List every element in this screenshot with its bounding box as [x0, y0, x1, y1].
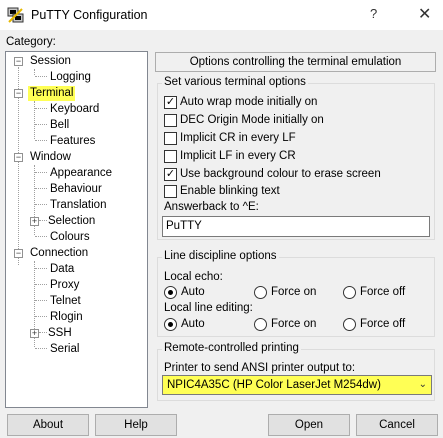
tree-item-label: Features — [50, 135, 96, 147]
printer-label: Printer to send ANSI printer output to: — [164, 362, 356, 374]
tree-item-features[interactable]: Features — [48, 134, 97, 149]
radio-circle[interactable] — [254, 286, 267, 299]
window-title: PuTTY Configuration — [31, 8, 148, 22]
answerback-label: Answerback to ^E: — [164, 201, 259, 213]
collapse-icon[interactable]: − — [14, 249, 23, 258]
checkbox-label: Implicit CR in every LF — [180, 132, 296, 144]
radio-label: Force off — [360, 318, 406, 330]
tree-item-translation[interactable]: Translation — [48, 198, 108, 213]
about-button[interactable]: About — [7, 414, 89, 436]
open-button[interactable]: Open — [268, 414, 350, 436]
group-title: Set various terminal options — [162, 76, 308, 88]
tree-item-label: Connection — [30, 247, 89, 259]
expand-icon[interactable]: + — [30, 217, 39, 226]
tree-item-label: Rlogin — [50, 311, 83, 323]
printer-select[interactable]: NPIC4A35C (HP Color LaserJet M254dw) ⌄ — [162, 375, 432, 395]
checkbox-box[interactable] — [164, 150, 177, 163]
tree-item-behaviour[interactable]: Behaviour — [48, 182, 104, 197]
expand-icon[interactable]: + — [30, 329, 39, 338]
tree-item-label: Serial — [50, 343, 80, 355]
cancel-button[interactable]: Cancel — [356, 414, 438, 436]
tree-item-proxy[interactable]: Proxy — [48, 278, 81, 293]
group-title: Remote-controlled printing — [162, 342, 301, 354]
tree-item-serial[interactable]: Serial — [48, 342, 81, 357]
radio-label: Force off — [360, 286, 406, 298]
category-tree[interactable]: − Session Logging − Terminal Keyboard Be… — [5, 51, 148, 408]
tree-item-label: Logging — [50, 71, 91, 83]
tree-item-label: Colours — [50, 231, 90, 243]
tree-item-label: Session — [30, 55, 71, 67]
radio-label: Force on — [271, 286, 317, 298]
tree-item-keyboard[interactable]: Keyboard — [48, 102, 101, 117]
tree-item-label: Window — [30, 151, 71, 163]
tree-item-appearance[interactable]: Appearance — [48, 166, 114, 181]
local-echo-label: Local echo: — [164, 271, 223, 283]
radio-circle[interactable] — [343, 318, 356, 331]
radio-label: Auto — [181, 286, 205, 298]
checkbox-box[interactable]: ✓ — [164, 168, 177, 181]
checkbox-label: Enable blinking text — [180, 185, 280, 197]
category-label: Category: — [6, 36, 56, 48]
checkbox-box[interactable] — [164, 114, 177, 127]
putty-icon — [7, 7, 24, 23]
radio-circle[interactable] — [164, 286, 177, 299]
radio-label: Force on — [271, 318, 317, 330]
tree-item-label: SSH — [48, 327, 72, 339]
help-button[interactable]: Help — [95, 414, 177, 436]
checkbox-box[interactable] — [164, 185, 177, 198]
checkbox-box[interactable] — [164, 132, 177, 145]
radio-label: Auto — [181, 318, 205, 330]
radio-circle[interactable] — [343, 286, 356, 299]
tree-item-bell[interactable]: Bell — [48, 118, 71, 133]
chevron-down-icon[interactable]: ⌄ — [419, 376, 427, 394]
close-icon[interactable]: ✕ — [418, 4, 431, 24]
title-bar: PuTTY Configuration ? ✕ — [0, 0, 443, 30]
tree-item-label: Telnet — [50, 295, 81, 307]
tree-item-rlogin[interactable]: Rlogin — [48, 310, 85, 325]
collapse-icon[interactable]: − — [14, 57, 23, 66]
tree-item-label: Terminal — [28, 86, 76, 101]
checkbox-label: DEC Origin Mode initially on — [180, 114, 324, 126]
printer-select-value: NPIC4A35C (HP Color LaserJet M254dw) — [167, 379, 381, 391]
tree-item-label: Translation — [50, 199, 107, 211]
panel-header: Options controlling the terminal emulati… — [155, 52, 436, 72]
tree-item-logging[interactable]: Logging — [48, 70, 93, 85]
tree-item-label: Appearance — [50, 167, 113, 179]
tree-item-label: Keyboard — [50, 103, 100, 115]
checkbox-label: Auto wrap mode initially on — [180, 96, 318, 108]
checkbox-label: Implicit LF in every CR — [180, 150, 296, 162]
group-title: Line discipline options — [162, 250, 279, 262]
checkbox-box[interactable]: ✓ — [164, 96, 177, 109]
collapse-icon[interactable]: − — [14, 89, 23, 98]
tree-item-telnet[interactable]: Telnet — [48, 294, 83, 309]
radio-circle[interactable] — [254, 318, 267, 331]
tree-item-label: Behaviour — [50, 183, 102, 195]
tree-item-label: Data — [50, 263, 75, 275]
tree-item-colours[interactable]: Colours — [48, 230, 92, 245]
local-editing-label: Local line editing: — [164, 302, 253, 314]
checkbox-label: Use background colour to erase screen — [180, 168, 381, 180]
help-icon[interactable]: ? — [370, 6, 377, 21]
answerback-input[interactable]: PuTTY — [162, 216, 430, 237]
tree-item-label: Proxy — [50, 279, 80, 291]
tree-item-label: Selection — [48, 215, 96, 227]
radio-circle[interactable] — [164, 318, 177, 331]
tree-item-label: Bell — [50, 119, 70, 131]
collapse-icon[interactable]: − — [14, 153, 23, 162]
tree-item-data[interactable]: Data — [48, 262, 76, 277]
